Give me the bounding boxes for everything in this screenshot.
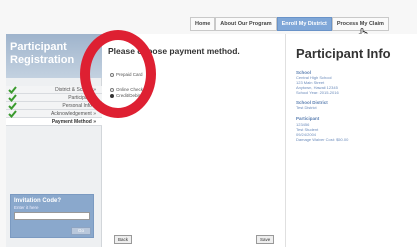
step-acknowledgement[interactable]: Acknowledgement » xyxy=(6,110,102,118)
participant-info-title: Participant Info xyxy=(296,46,391,61)
school-line: School Year: 2015-2016 xyxy=(296,90,339,95)
nav-about-our-program[interactable]: About Our Program xyxy=(215,17,277,31)
step-personal-info[interactable]: Personal Info » xyxy=(6,102,102,110)
invitation-code-input[interactable] xyxy=(14,212,90,220)
invitation-title: Invitation Code? xyxy=(14,198,61,204)
participant-info-panel: Participant Info School Central High Sch… xyxy=(286,34,417,247)
sidebar-title-line1: Participant xyxy=(10,41,67,53)
sidebar-title-line2: Registration xyxy=(10,54,75,66)
invitation-go-button[interactable]: Go xyxy=(71,227,91,235)
nav-enroll-my-district[interactable]: Enroll My District xyxy=(276,17,332,31)
participant-line: Damage Waiver Cost: $50.00 xyxy=(296,137,349,142)
check-icon xyxy=(8,94,17,102)
step-label: Personal Info xyxy=(62,103,92,109)
participant-heading: Participant xyxy=(296,116,320,121)
check-icon xyxy=(8,86,17,94)
district-line: Test District xyxy=(296,105,317,110)
invitation-code-box: Invitation Code? Enter it here Go xyxy=(10,194,94,238)
back-button[interactable]: Back xyxy=(114,235,133,244)
step-label: Payment Method xyxy=(51,119,92,125)
step-payment-method[interactable]: Payment Method » xyxy=(6,118,102,126)
nav-home[interactable]: Home xyxy=(190,17,216,31)
check-icon xyxy=(8,102,17,110)
annotation-circle xyxy=(80,30,156,118)
save-button[interactable]: Save xyxy=(256,235,275,244)
step-label: Acknowledgement xyxy=(50,111,92,117)
check-icon xyxy=(8,110,17,118)
invitation-subtitle: Enter it here xyxy=(14,205,39,210)
